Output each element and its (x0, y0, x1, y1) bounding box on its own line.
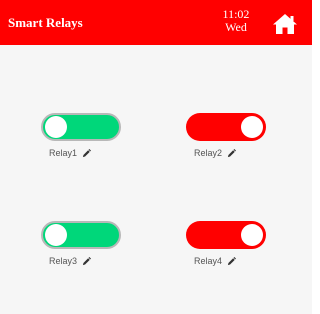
relay3-label-row: Relay3 (49, 256, 92, 266)
relay1-toggle[interactable] (41, 113, 121, 141)
relay2-label: Relay2 (194, 148, 223, 158)
toggle-knob (241, 116, 263, 138)
pencil-icon[interactable] (82, 256, 92, 266)
relay3-toggle[interactable] (41, 221, 121, 249)
toggle-knob (241, 224, 263, 246)
relay4-label-row: Relay4 (194, 256, 237, 266)
pencil-icon[interactable] (227, 256, 237, 266)
app-title: Smart Relays (8, 15, 83, 30)
relay-panel: Relay1 Relay2 Relay3 Relay4 (0, 45, 312, 314)
relay1-label: Relay1 (49, 148, 78, 158)
toggle-knob (45, 224, 67, 246)
relay2-toggle[interactable] (186, 113, 266, 141)
toggle-knob (45, 116, 67, 138)
pencil-icon[interactable] (227, 148, 237, 158)
relay2-label-row: Relay2 (194, 148, 237, 158)
relay1-label-row: Relay1 (49, 148, 92, 158)
home-icon[interactable] (272, 13, 298, 35)
app-header: Smart Relays 11:02 Wed (0, 0, 312, 45)
clock-day: Wed (225, 20, 247, 34)
pencil-icon[interactable] (82, 148, 92, 158)
relay4-label: Relay4 (194, 256, 223, 266)
relay4-toggle[interactable] (186, 221, 266, 249)
clock: 11:02 Wed (218, 8, 254, 34)
relay3-label: Relay3 (49, 256, 78, 266)
